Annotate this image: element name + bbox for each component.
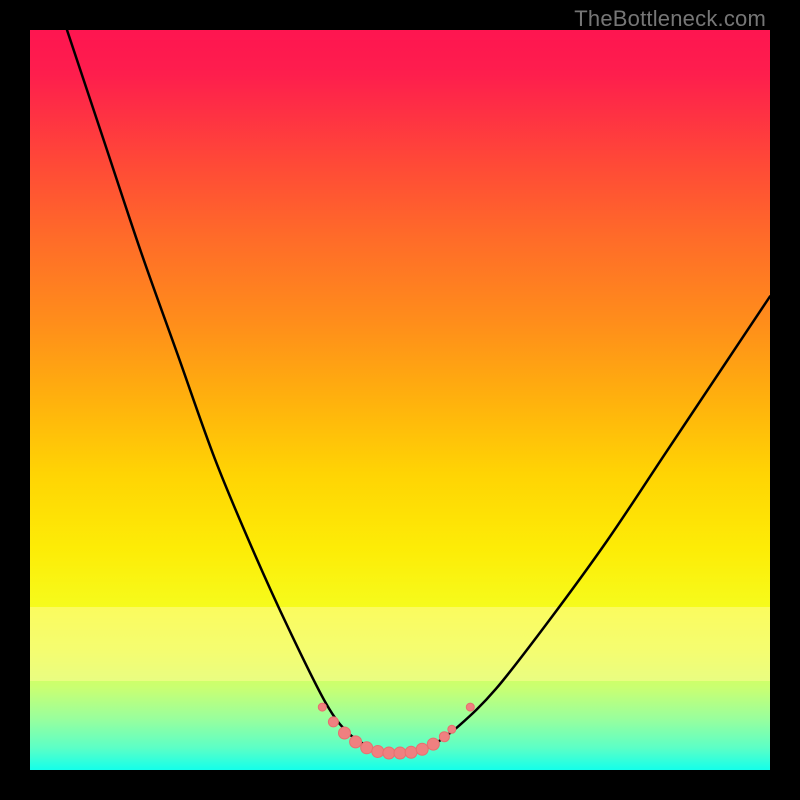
data-marker [361, 742, 373, 754]
data-marker [372, 746, 384, 758]
curve-left-branch [67, 30, 370, 748]
data-marker [350, 736, 362, 748]
data-marker [466, 703, 474, 711]
data-marker [427, 738, 439, 750]
data-marker [339, 727, 351, 739]
curve-right-branch [430, 296, 770, 747]
data-marker [383, 747, 395, 759]
watermark-text: TheBottleneck.com [574, 6, 766, 32]
chart-frame: TheBottleneck.com [0, 0, 800, 800]
data-marker [328, 717, 338, 727]
data-marker [405, 746, 417, 758]
data-marker [318, 703, 326, 711]
data-marker [439, 732, 449, 742]
data-marker [394, 747, 406, 759]
data-marker [416, 743, 428, 755]
plot-area [30, 30, 770, 770]
chart-svg [30, 30, 770, 770]
data-marker [448, 725, 456, 733]
